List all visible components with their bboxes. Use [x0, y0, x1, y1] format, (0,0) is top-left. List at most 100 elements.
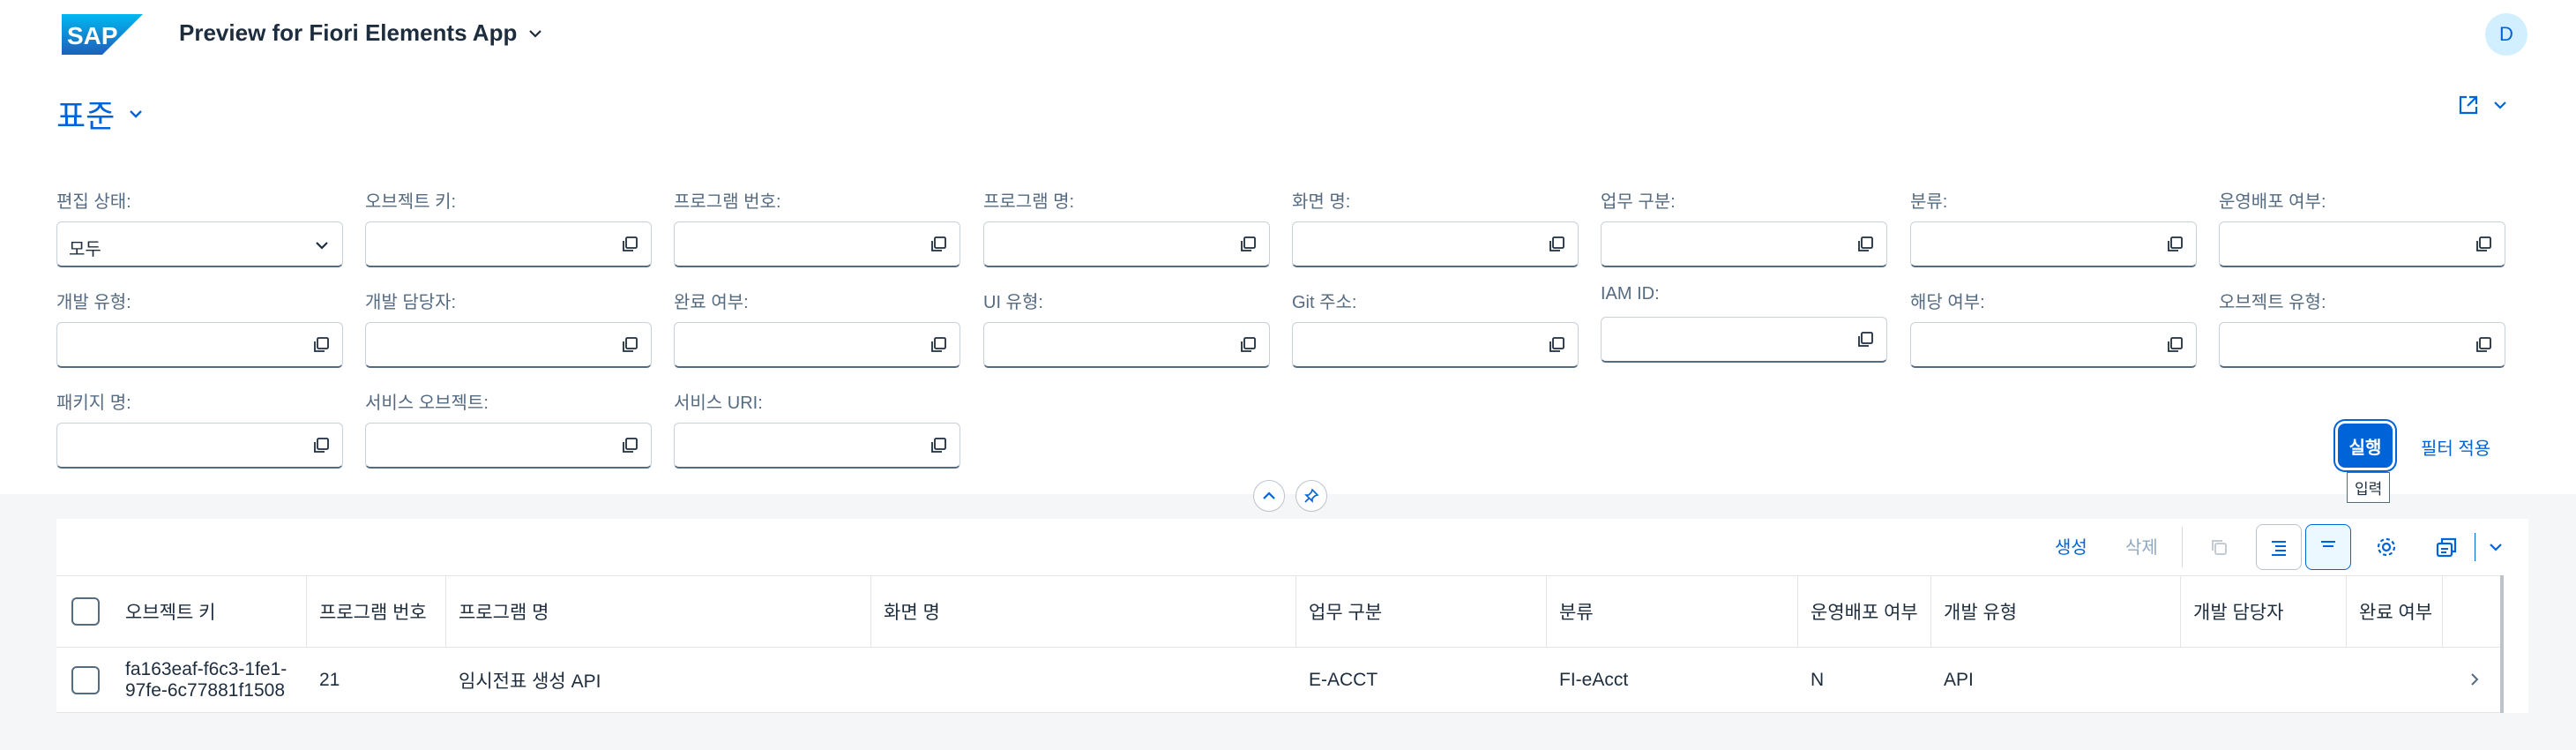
cell-deploy: N: [1811, 670, 1825, 690]
filter-input[interactable]: [983, 322, 1270, 368]
value-help-icon[interactable]: [312, 437, 330, 454]
filter-value: 모두: [69, 240, 101, 259]
variant-management[interactable]: 표준: [56, 91, 145, 137]
value-help-icon[interactable]: [621, 236, 638, 253]
column-header[interactable]: 화면 명: [871, 576, 1296, 647]
filter-input[interactable]: [2219, 322, 2505, 368]
filter-input[interactable]: [1292, 221, 1579, 267]
object-key-line1: fa163eaf-f6c3-1fe1-: [125, 659, 287, 679]
cell-program-no: 21: [319, 670, 340, 690]
app-title[interactable]: Preview for Fiori Elements App: [179, 19, 543, 47]
table-row[interactable]: fa163eaf-f6c3-1fe1- 97fe-6c77881f1508 21…: [56, 648, 2504, 713]
avatar[interactable]: D: [2485, 13, 2527, 56]
column-header[interactable]: 운영배포 여부: [1798, 576, 1931, 647]
group-icon: [2321, 541, 2335, 547]
column-header[interactable]: 개발 유형: [1931, 576, 2181, 647]
filter-input[interactable]: [365, 322, 652, 368]
filter-input[interactable]: [56, 423, 343, 469]
filter-input[interactable]: [1601, 317, 1887, 363]
cell-developer: [2181, 648, 2193, 713]
go-tooltip: 입력: [2347, 472, 2391, 503]
sap-logo[interactable]: SAP: [62, 14, 143, 55]
select-all-cell: 오브젝트 키: [56, 576, 307, 647]
value-help-icon[interactable]: [2475, 236, 2492, 253]
value-help-icon[interactable]: [1856, 331, 1874, 349]
value-help-icon[interactable]: [1239, 336, 1257, 354]
column-header[interactable]: 분류: [1547, 576, 1798, 647]
chevron-down-icon: [2494, 101, 2506, 109]
value-help-icon[interactable]: [2166, 336, 2184, 354]
filter-input[interactable]: [2219, 221, 2505, 267]
value-help-icon[interactable]: [930, 437, 947, 454]
go-button-label: 실행: [2348, 438, 2382, 458]
filter-label: 프로그램 명:: [983, 192, 1075, 212]
filter-label: 프로그램 번호:: [674, 192, 781, 212]
chevron-down-icon: [529, 29, 542, 38]
value-help-icon[interactable]: [1548, 236, 1565, 253]
sort-button[interactable]: [2256, 524, 2302, 570]
filter-input[interactable]: [1910, 322, 2197, 368]
filter-select[interactable]: 모두: [56, 221, 343, 267]
chevron-right-icon[interactable]: [2466, 671, 2483, 688]
filter-label: 해당 여부:: [1910, 293, 1985, 312]
value-help-icon[interactable]: [2166, 236, 2184, 253]
share-menu[interactable]: [2457, 94, 2508, 116]
create-button[interactable]: 생성: [2055, 533, 2087, 559]
filter-input[interactable]: [56, 322, 343, 368]
column-header[interactable]: 오브젝트 키: [125, 598, 215, 625]
copy-button[interactable]: [2196, 524, 2242, 570]
chevron-down-icon: [130, 110, 143, 118]
value-help-icon[interactable]: [930, 336, 947, 354]
pin-header-button[interactable]: [1295, 480, 1327, 512]
column-header[interactable]: 완료 여부: [2347, 576, 2443, 647]
export-button[interactable]: [2423, 524, 2469, 570]
filter-label: 완료 여부:: [674, 293, 749, 312]
value-help-icon[interactable]: [1856, 236, 1874, 253]
filter-input[interactable]: [674, 322, 960, 368]
filter-input[interactable]: [674, 423, 960, 469]
value-help-icon[interactable]: [1548, 336, 1565, 354]
filter-input[interactable]: [1601, 221, 1887, 267]
value-help-icon[interactable]: [1239, 236, 1257, 253]
column-header[interactable]: 프로그램 번호: [307, 576, 446, 647]
filter-input[interactable]: [365, 423, 652, 469]
filter-input[interactable]: [674, 221, 960, 267]
filter-input[interactable]: [365, 221, 652, 267]
filter-label: 개발 유형:: [56, 293, 131, 312]
select-all-checkbox[interactable]: [71, 597, 100, 626]
value-help-icon[interactable]: [621, 437, 638, 454]
chevron-down-icon[interactable]: [314, 237, 330, 253]
table-header-row: 오브젝트 키 프로그램 번호 프로그램 명 화면 명 업무 구분 분류 운영배포…: [56, 575, 2504, 648]
collapse-header-button[interactable]: [1253, 480, 1285, 512]
go-button[interactable]: 실행: [2338, 424, 2393, 468]
filter-input[interactable]: [983, 221, 1270, 267]
value-help-icon[interactable]: [930, 236, 947, 253]
toolbar-separator: [2182, 527, 2183, 567]
value-help-icon[interactable]: [621, 336, 638, 354]
shell-bar: SAP Preview for Fiori Elements App D: [0, 0, 2576, 69]
filter-label: 운영배포 여부:: [2219, 192, 2326, 212]
avatar-initial: D: [2499, 23, 2513, 45]
gear-icon: [2377, 537, 2396, 557]
cell-screen-name: [871, 648, 884, 713]
vertical-scrollbar[interactable]: [2500, 575, 2504, 713]
cell-category: FI-eAcct: [1559, 670, 1629, 690]
adapt-filters-button[interactable]: 필터 적용: [2421, 434, 2490, 460]
filter-input[interactable]: [1910, 221, 2197, 267]
column-header[interactable]: 업무 구분: [1296, 576, 1547, 647]
column-header[interactable]: 개발 담당자: [2181, 576, 2347, 647]
delete-button[interactable]: 삭제: [2125, 533, 2158, 559]
filter-label: 업무 구분:: [1601, 192, 1676, 212]
settings-button[interactable]: [2363, 524, 2409, 570]
cell-business: E-ACCT: [1309, 670, 1378, 690]
value-help-icon[interactable]: [2475, 336, 2492, 354]
row-checkbox[interactable]: [71, 666, 100, 694]
group-button[interactable]: [2305, 524, 2351, 570]
column-header[interactable]: 프로그램 명: [446, 576, 871, 647]
value-help-icon[interactable]: [312, 336, 330, 354]
object-key-line2: 97fe-6c77881f1508: [125, 680, 285, 701]
cell-program-name: 임시전표 생성 API: [459, 671, 601, 692]
filter-label: 개발 담당자:: [365, 293, 457, 312]
filter-input[interactable]: [1292, 322, 1579, 368]
export-menu-button[interactable]: [2478, 524, 2513, 570]
